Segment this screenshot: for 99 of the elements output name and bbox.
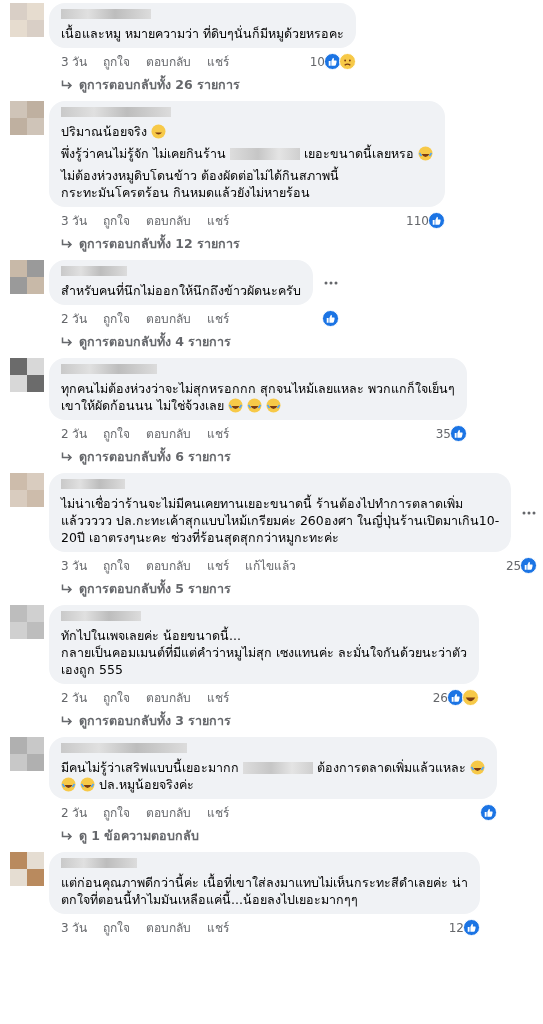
reply-arrow-icon (61, 238, 73, 250)
laughing-emoji-icon (228, 398, 243, 413)
comment-action[interactable]: ตอบกลับ (146, 556, 192, 575)
comment-action[interactable]: แชร์ (207, 424, 230, 443)
view-replies-link[interactable]: ดูการตอบกลับทั้ง 3 รายการ (49, 707, 479, 731)
comment-action[interactable]: แก้ไขแล้ว (245, 556, 297, 575)
comment-text: เยอะขนาดนี้เลยหรอ (304, 145, 414, 162)
laughing-emoji-icon (418, 146, 433, 161)
comment-text: มีคนไม่รู้ว่าเสริฟแบบนี้เยอะมากก (61, 759, 239, 776)
comment-time[interactable]: 2 วัน (61, 688, 88, 707)
blurred-name (61, 479, 125, 489)
comment-time[interactable]: 3 วัน (61, 556, 88, 575)
comment-text: แต่ก่อนคุณภาพดีกว่านี้ค่ะ เนื้อที่เขาใส่ลงมาแทบไม่เห็นกระทะสีดำเลยค่ะ น่า (61, 874, 468, 891)
reaction-count[interactable]: 25 (505, 558, 522, 573)
reply-arrow-icon (61, 336, 73, 348)
blurred-text (243, 761, 313, 774)
comment-action[interactable]: ตอบกลับ (146, 918, 192, 937)
like-reaction-icon (446, 689, 464, 706)
comment-action[interactable]: ตอบกลับ (146, 424, 192, 443)
comment-action[interactable]: แชร์ (207, 309, 230, 328)
view-replies-link[interactable]: ดูการตอบกลับทั้ง 12 รายการ (49, 230, 445, 254)
comment-action[interactable]: แชร์ (207, 918, 230, 937)
comment-text: แล้ววววว ปล.กะทะเค้าสุกแบบไหม้เกรียมค่ะ 260องศา ในญี่ปุ่นร้านเปิดมาเกิน10- (61, 512, 500, 529)
view-replies-link[interactable]: ดูการตอบกลับทั้ง 4 รายการ (49, 328, 339, 352)
reply-arrow-icon (61, 79, 73, 91)
blurred-text (230, 147, 300, 160)
more-options-icon[interactable] (323, 279, 339, 286)
comment-text: ตกใจที่ตอนนี้ทำไมมันเหลือแค่นี้...น้อยลงไปเยอะมากๆๆ (61, 891, 358, 908)
comment-action[interactable]: ตอบกลับ (146, 688, 192, 707)
comment-action[interactable]: แชร์ (207, 688, 230, 707)
more-options-icon[interactable] (521, 509, 538, 516)
comment-action[interactable]: ถูกใจ (103, 918, 131, 937)
reaction-count[interactable]: 26 (432, 690, 448, 705)
comment-action[interactable]: ตอบกลับ (146, 211, 192, 230)
smile-emoji-icon (151, 124, 166, 139)
comment-action[interactable]: ตอบกลับ (146, 803, 192, 822)
haha-reaction-icon (461, 689, 479, 706)
comment-action[interactable]: ถูกใจ (103, 688, 131, 707)
like-reaction-icon (520, 557, 538, 574)
comment-text: กระทะมันโครตร้อน กินหมดแล้วยังไม่หายร้อน (61, 184, 310, 201)
comment-time[interactable]: 2 วัน (61, 424, 88, 443)
comment-text: พึ่งรู้ว่าคนไม่รู้จัก ไม่เคยกินร้าน (61, 145, 226, 162)
comment-text: ปริมาณน้อยจริง (61, 123, 147, 140)
comment-text: สำหรับคนที่นึกไม่ออกให้นึกถึงข้าวผัดนะครับ (61, 282, 301, 299)
laughing-emoji-icon (61, 777, 76, 792)
comment-text: ทุกคนไม่ต้องห่วงว่าจะไม่สุกหรอกกก สุกจนไหม้เลยแหละ พวกแกก็ใจเย็นๆ (61, 380, 455, 397)
comment-action[interactable]: ถูกใจ (103, 211, 131, 230)
reply-arrow-icon (61, 715, 73, 727)
reply-arrow-icon (61, 830, 73, 842)
laughing-emoji-icon (266, 398, 281, 413)
comment-action[interactable]: ถูกใจ (103, 556, 131, 575)
reaction-count[interactable]: 12 (448, 920, 464, 935)
laughing-emoji-icon (247, 398, 262, 413)
like-reaction-icon (480, 804, 497, 821)
comment-text: เขาให้ผัดก้อนนน ไม่ใช่จ้วงเลย (61, 397, 224, 414)
comment-text: กลายเป็นคอมเมนต์ที่มีแต่คำว่าหมูไม่สุก เซงแทนค่ะ ละมั่นใจกันด้วยนะว่าตัว (61, 644, 467, 661)
comment-text: 20ปี เอาตรงๆนะคะ ช่วงที่ร้อนสุดสุกกว่าหมูกะทะค่ะ (61, 529, 339, 546)
comment-action[interactable]: แชร์ (207, 556, 230, 575)
comment-text: ปล.หมูน้อยจริงค่ะ (99, 776, 194, 793)
view-replies-link[interactable]: ดูการตอบกลับทั้ง 5 รายการ (49, 575, 538, 599)
reply-arrow-icon (61, 451, 73, 463)
laughing-emoji-icon (80, 777, 95, 792)
comment-action[interactable]: ถูกใจ (103, 803, 131, 822)
comment-text: ไม่น่าเชื่อว่าร้านจะไม่มีคนเคยทานเยอะขนาดนี้ ร้านต้องไปทำการตลาดเพิ่ม (61, 495, 463, 512)
blurred-name (61, 266, 127, 276)
comment-action[interactable]: แชร์ (207, 803, 230, 822)
comment-action[interactable]: ถูกใจ (103, 309, 131, 328)
comment-time[interactable]: 2 วัน (61, 803, 88, 822)
like-reaction-icon (323, 53, 341, 70)
comment-action[interactable]: แชร์ (207, 211, 230, 230)
comment-action[interactable]: ถูกใจ (103, 52, 131, 71)
reply-arrow-icon (61, 583, 73, 595)
comment-action[interactable]: ถูกใจ (103, 424, 131, 443)
like-reaction-icon (462, 919, 480, 936)
reaction-count[interactable]: 110 (406, 213, 429, 228)
sad-reaction-icon (338, 53, 356, 70)
comment-text: ต้องการตลาดเพิ่มแล้วแหละ (317, 759, 466, 776)
comment-text: เนื้อและหมู หมายความว่า ที่ดิบๆนั่นก็มีหมูด้วยหรอคะ (61, 25, 344, 42)
view-replies-link[interactable]: ดูการตอบกลับทั้ง 26 รายการ (49, 71, 356, 95)
reaction-count[interactable]: 35 (435, 426, 451, 441)
comment-action[interactable]: ตอบกลับ (146, 52, 192, 71)
avatar[interactable] (10, 358, 44, 392)
comment-action[interactable]: ตอบกลับ (146, 309, 192, 328)
view-replies-link[interactable]: ดู 1 ข้อความตอบกลับ (49, 822, 497, 846)
like-reaction-icon (322, 310, 339, 327)
comment-time[interactable]: 3 วัน (61, 52, 88, 71)
view-replies-link[interactable]: ดูการตอบกลับทั้ง 6 รายการ (49, 443, 467, 467)
comment-time[interactable]: 2 วัน (61, 309, 88, 328)
reaction-count[interactable]: 10 (309, 54, 325, 69)
comment-text: ไม่ต้องห่วงหมูดิบโดนข้าว ต้องผัดต่อไม่ได้กินสภาพนี้ (61, 167, 339, 184)
laughing-emoji-icon (470, 760, 485, 775)
comment-time[interactable]: 3 วัน (61, 211, 88, 230)
comment-action[interactable]: แชร์ (207, 52, 230, 71)
like-reaction-icon (428, 212, 445, 229)
comment-text: ทักไปในเพจเลยค่ะ น้อยขนาดนี้... (61, 627, 241, 644)
comment-time[interactable]: 3 วัน (61, 918, 88, 937)
like-reaction-icon (449, 425, 467, 442)
avatar[interactable] (10, 852, 44, 886)
comment-text: เองถูก 555 (61, 661, 123, 678)
